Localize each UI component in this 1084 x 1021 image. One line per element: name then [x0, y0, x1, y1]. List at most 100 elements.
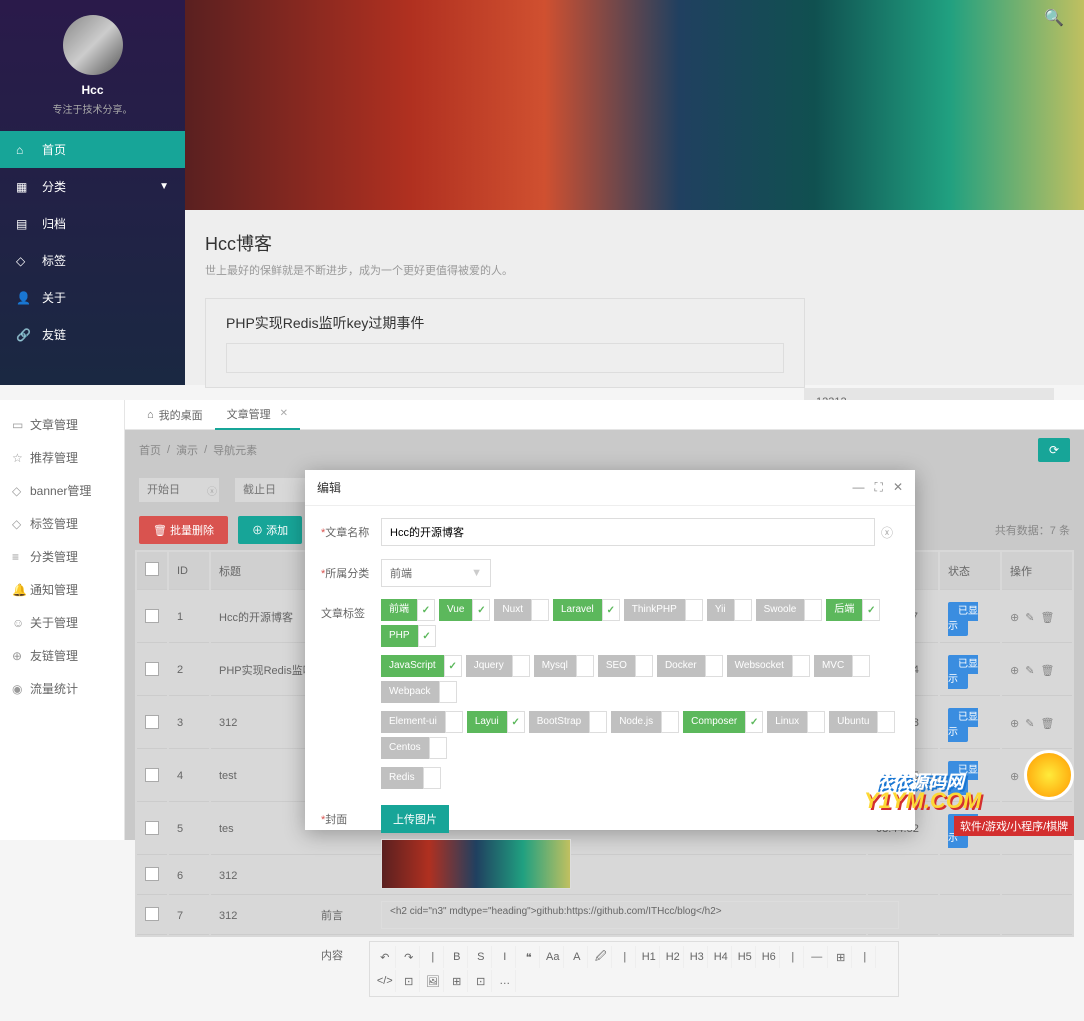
- action-up-icon[interactable]: ⊕: [1010, 717, 1019, 730]
- editor-button[interactable]: H4: [710, 946, 732, 968]
- editor-button[interactable]: |: [422, 946, 444, 968]
- admin-nav-recommend[interactable]: ☆推荐管理: [0, 441, 124, 474]
- editor-button[interactable]: ❝: [518, 946, 540, 968]
- tag-chip[interactable]: Websocket: [727, 655, 810, 677]
- status-badge[interactable]: 已显示: [948, 708, 978, 742]
- editor-button[interactable]: ⊡: [398, 970, 420, 992]
- action-edit-icon[interactable]: ✎: [1025, 611, 1034, 624]
- action-delete-icon[interactable]: 🗑: [1040, 717, 1054, 730]
- editor-button[interactable]: 🖼: [422, 970, 444, 992]
- tag-chip[interactable]: Ubuntu: [829, 711, 895, 733]
- article-card[interactable]: PHP实现Redis监听key过期事件: [205, 298, 805, 388]
- nav-about[interactable]: 👤关于: [0, 279, 185, 316]
- action-up-icon[interactable]: ⊕: [1010, 611, 1019, 624]
- add-button[interactable]: ⊕ 添加: [238, 516, 302, 544]
- tag-chip[interactable]: Element-ui: [381, 711, 463, 733]
- tag-chip[interactable]: Vue✓: [439, 599, 490, 621]
- editor-button[interactable]: ↷: [398, 946, 420, 968]
- admin-nav-about[interactable]: ☺关于管理: [0, 606, 124, 639]
- tag-chip[interactable]: Mysql: [534, 655, 594, 677]
- name-input[interactable]: [381, 518, 875, 546]
- editor-button[interactable]: H2: [662, 946, 684, 968]
- tag-chip[interactable]: Swoole: [756, 599, 823, 621]
- close-icon[interactable]: ✕: [280, 408, 288, 419]
- maximize-icon[interactable]: ⛶: [875, 480, 883, 495]
- tag-chip[interactable]: Webpack: [381, 681, 457, 703]
- nav-links[interactable]: 🔗友链: [0, 316, 185, 353]
- editor-button[interactable]: Aa: [542, 946, 564, 968]
- tag-chip[interactable]: JavaScript✓: [381, 655, 462, 677]
- cover-preview[interactable]: [381, 839, 571, 889]
- tag-chip[interactable]: BootStrap: [529, 711, 607, 733]
- tag-chip[interactable]: Yii: [707, 599, 752, 621]
- breadcrumb-item[interactable]: 演示: [176, 442, 198, 458]
- tag-chip[interactable]: 前端✓: [381, 599, 435, 621]
- upload-button[interactable]: 上传图片: [381, 805, 449, 833]
- tag-chip[interactable]: Layui✓: [467, 711, 525, 733]
- action-delete-icon[interactable]: 🗑: [1040, 664, 1054, 677]
- editor-button[interactable]: H3: [686, 946, 708, 968]
- row-checkbox[interactable]: [145, 662, 159, 676]
- tag-chip[interactable]: Composer✓: [683, 711, 763, 733]
- editor-button[interactable]: H6: [758, 946, 780, 968]
- modal-header[interactable]: 编辑 — ⛶ ✕: [305, 470, 915, 506]
- action-delete-icon[interactable]: 🗑: [1040, 611, 1054, 624]
- status-badge[interactable]: 已显示: [948, 602, 978, 636]
- tag-chip[interactable]: Jquery: [466, 655, 530, 677]
- row-checkbox[interactable]: [145, 867, 159, 881]
- tag-chip[interactable]: Linux: [767, 711, 825, 733]
- row-checkbox[interactable]: [145, 821, 159, 835]
- action-edit-icon[interactable]: ✎: [1025, 717, 1034, 730]
- breadcrumb-item[interactable]: 首页: [139, 442, 161, 458]
- admin-nav-links[interactable]: ⊕友链管理: [0, 639, 124, 672]
- nav-home[interactable]: ⌂首页: [0, 131, 185, 168]
- select-all-checkbox[interactable]: [145, 562, 159, 576]
- tag-chip[interactable]: ThinkPHP: [624, 599, 703, 621]
- nav-category[interactable]: ▦分类▼: [0, 168, 185, 205]
- editor-button[interactable]: |: [614, 946, 636, 968]
- close-icon[interactable]: ✕: [893, 480, 903, 495]
- editor-button[interactable]: I: [494, 946, 516, 968]
- editor-button[interactable]: S: [470, 946, 492, 968]
- category-select[interactable]: 前端▼: [381, 559, 491, 587]
- tab-desktop[interactable]: ⌂我的桌面: [135, 401, 215, 429]
- refresh-button[interactable]: ⟳: [1038, 438, 1070, 462]
- tag-chip[interactable]: Nuxt: [494, 599, 549, 621]
- avatar[interactable]: [63, 15, 123, 75]
- admin-nav-banner[interactable]: ◇banner管理: [0, 474, 124, 507]
- editor-button[interactable]: H1: [638, 946, 660, 968]
- editor-button[interactable]: B: [446, 946, 468, 968]
- tag-chip[interactable]: Centos: [381, 737, 447, 759]
- editor-button[interactable]: H5: [734, 946, 756, 968]
- editor-button[interactable]: 🖉: [590, 946, 612, 968]
- row-checkbox[interactable]: [145, 715, 159, 729]
- tag-chip[interactable]: PHP✓: [381, 625, 436, 647]
- tag-chip[interactable]: Node.js: [611, 711, 679, 733]
- minimize-icon[interactable]: —: [853, 480, 865, 495]
- nav-tags[interactable]: ◇标签: [0, 242, 185, 279]
- col-id[interactable]: ID: [169, 552, 209, 590]
- tag-chip[interactable]: Docker: [657, 655, 723, 677]
- admin-nav-tags[interactable]: ◇标签管理: [0, 507, 124, 540]
- editor-button[interactable]: |: [854, 946, 876, 968]
- editor-button[interactable]: ⊞: [830, 946, 852, 968]
- editor-button[interactable]: ⊞: [446, 970, 468, 992]
- editor-button[interactable]: —: [806, 946, 828, 968]
- nav-archive[interactable]: ▤归档: [0, 205, 185, 242]
- admin-nav-article[interactable]: ▭文章管理: [0, 408, 124, 441]
- row-checkbox[interactable]: [145, 609, 159, 623]
- row-checkbox[interactable]: [145, 768, 159, 782]
- clear-icon[interactable]: ⓧ: [207, 483, 217, 498]
- row-checkbox[interactable]: [145, 907, 159, 921]
- admin-nav-stats[interactable]: ◉流量统计: [0, 672, 124, 705]
- editor-button[interactable]: …: [494, 970, 516, 992]
- tag-chip[interactable]: Redis: [381, 767, 441, 789]
- action-edit-icon[interactable]: ✎: [1025, 664, 1034, 677]
- editor-button[interactable]: |: [782, 946, 804, 968]
- batch-delete-button[interactable]: 🗑 批量删除: [139, 516, 228, 544]
- tag-chip[interactable]: Laravel✓: [553, 599, 620, 621]
- tab-article-mgmt[interactable]: 文章管理✕: [215, 400, 300, 430]
- end-date-input[interactable]: [235, 478, 315, 502]
- col-status[interactable]: 状态: [940, 552, 1000, 590]
- editor-button[interactable]: </>: [374, 970, 396, 992]
